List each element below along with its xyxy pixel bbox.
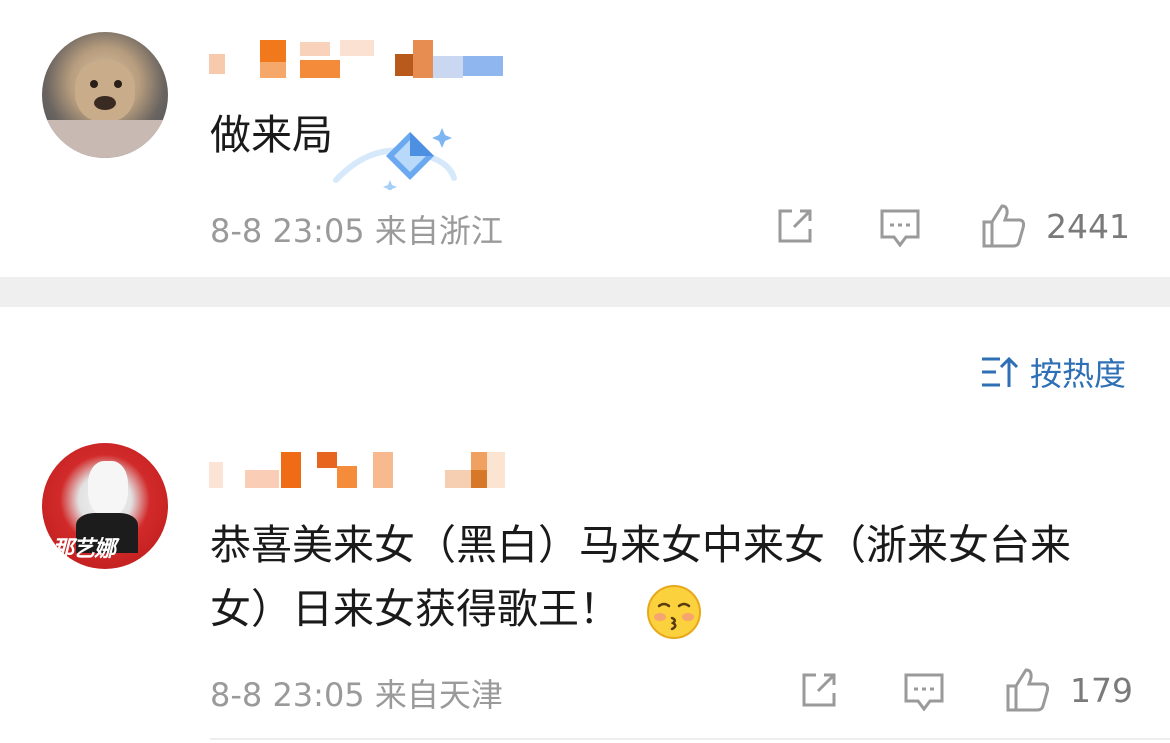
like-count: 2441 — [1046, 206, 1130, 246]
section-divider — [0, 277, 1170, 307]
share-icon — [778, 209, 812, 243]
avatar-dog-eye — [114, 80, 122, 88]
comment-item: 做来局 8-8 23:05 来自浙江 2441 — [0, 0, 1170, 277]
avatar[interactable] — [42, 32, 168, 158]
comment-button[interactable] — [902, 669, 946, 713]
diamond-badge-icon — [333, 128, 457, 190]
sort-icon — [981, 356, 1018, 387]
comment-button[interactable] — [878, 205, 922, 249]
comment-meta: 8-8 23:05 来自浙江 — [210, 212, 503, 250]
share-icon — [802, 673, 836, 707]
avatar-dog-eye — [90, 80, 98, 88]
share-button[interactable] — [798, 669, 840, 711]
thumbs-up-icon — [982, 204, 1026, 248]
comment-item: 那艺娜 恭喜美来女（黑白）马来女中来女（浙来女台来 女）日来女获得歌王！ 8-8… — [0, 420, 1170, 743]
comment-icon — [880, 209, 920, 248]
comment-text-line-2: 女）日来女获得歌王！ — [210, 585, 620, 633]
comment-text: 做来局 — [210, 111, 333, 159]
sort-label: 按热度 — [1029, 355, 1126, 393]
comment-icon — [904, 673, 944, 712]
avatar-dog-face — [75, 60, 135, 122]
like-button[interactable]: 2441 — [980, 202, 1130, 250]
avatar[interactable]: 那艺娜 — [42, 443, 168, 569]
bottom-divider — [210, 738, 1170, 740]
avatar-blanket — [42, 120, 168, 158]
username-redacted[interactable] — [205, 36, 505, 80]
comment-meta: 8-8 23:05 来自天津 — [210, 676, 503, 714]
avatar-hair — [88, 461, 128, 517]
like-count: 179 — [1070, 670, 1133, 710]
like-button[interactable]: 179 — [1004, 666, 1133, 714]
avatar-logo-text: 那艺娜 — [52, 537, 116, 562]
sort-by-hot-button[interactable]: 按热度 — [980, 349, 1126, 395]
username-redacted[interactable] — [205, 448, 515, 492]
thumbs-up-icon — [1006, 668, 1050, 712]
share-button[interactable] — [774, 205, 816, 247]
kissing-face-emoji — [647, 585, 701, 639]
avatar-dog-nose — [94, 96, 116, 110]
comment-text-line-1: 恭喜美来女（黑白）马来女中来女（浙来女台来 — [210, 521, 1071, 569]
